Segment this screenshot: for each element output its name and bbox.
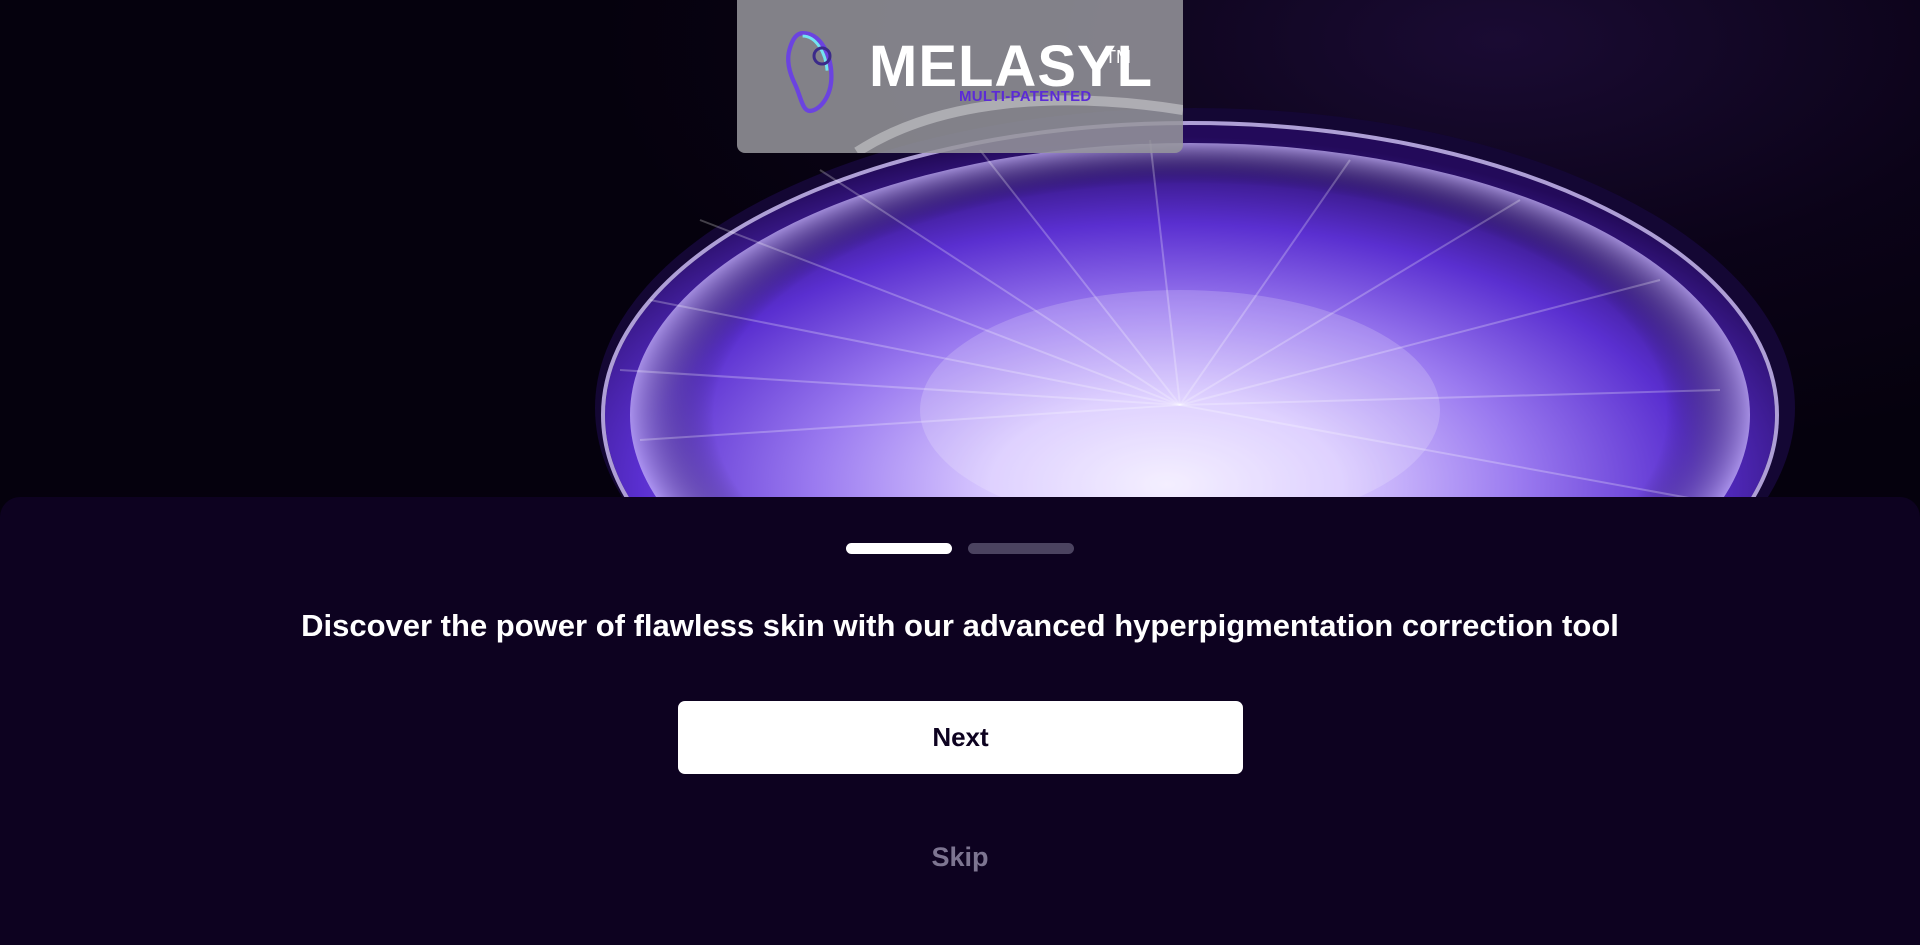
onboarding-sheet: Discover the power of flawless skin with… (0, 497, 1920, 945)
next-button[interactable]: Next (678, 701, 1243, 774)
onboarding-screen: MELASYL TM MULTI-PATENTED Discover the p… (0, 0, 1920, 945)
skip-link[interactable]: Skip (0, 842, 1920, 872)
page-dot-1[interactable] (846, 543, 952, 554)
brand-logo-card: MELASYL TM MULTI-PATENTED (737, 0, 1183, 153)
page-indicator (846, 543, 1074, 554)
trademark-mark: TM (1105, 47, 1131, 67)
brand-tagline: MULTI-PATENTED (959, 88, 1092, 105)
onboarding-headline: Discover the power of flawless skin with… (301, 608, 1619, 643)
page-dot-2[interactable] (968, 543, 1074, 554)
